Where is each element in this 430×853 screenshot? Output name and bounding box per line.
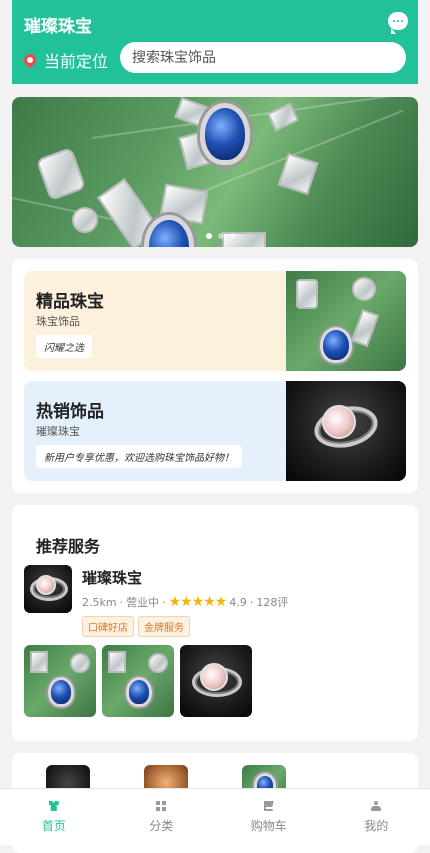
location-label: 当前定位 xyxy=(44,48,108,72)
cart-icon xyxy=(264,801,274,811)
gallery-image[interactable] xyxy=(24,645,96,717)
carousel-dot[interactable] xyxy=(218,233,224,239)
star-rating-icon: ★★★★★ xyxy=(169,594,227,610)
bottom-tab-bar: 首页 分类 购物车 我的 xyxy=(0,788,430,845)
shop-name[interactable]: 璀璨珠宝 xyxy=(82,567,142,588)
category-subtitle: 珠宝饰品 xyxy=(36,313,80,329)
shop-gallery xyxy=(24,645,252,717)
tab-profile[interactable]: 我的 xyxy=(323,789,430,845)
shop-badge: 金牌服务 xyxy=(138,616,190,637)
tab-category[interactable]: 分类 xyxy=(108,789,216,845)
shop-reviews: 128评 xyxy=(256,594,288,610)
app-title: 璀璨珠宝 xyxy=(24,12,92,37)
banner-carousel[interactable] xyxy=(12,97,418,247)
search-input[interactable] xyxy=(120,42,406,73)
home-icon xyxy=(49,801,59,811)
tab-label: 我的 xyxy=(364,817,388,834)
section-title: 推荐服务 xyxy=(36,533,100,557)
location-pin-icon xyxy=(22,52,39,69)
category-title: 热销饰品 xyxy=(36,397,104,422)
chat-icon[interactable] xyxy=(388,12,408,30)
category-card-fine-jewelry[interactable]: 精品珠宝 珠宝饰品 闪耀之选 xyxy=(24,271,406,371)
category-subtitle: 璀璨珠宝 xyxy=(36,423,80,439)
location-selector[interactable]: 当前定位 xyxy=(24,48,108,72)
category-image xyxy=(286,381,406,481)
grid-icon xyxy=(156,801,166,811)
shop-badge: 口碑好店 xyxy=(82,616,134,637)
shop-meta: 2.5km · 营业中 · ★★★★★ 4.9 · 128评 xyxy=(82,594,288,610)
user-icon xyxy=(371,801,381,811)
tab-cart[interactable]: 购物车 xyxy=(215,789,323,845)
category-card-hot-items[interactable]: 热销饰品 璀璨珠宝 新用户专享优惠，欢迎选购珠宝饰品好物！ xyxy=(24,381,406,481)
recommend-section: 推荐服务 璀璨珠宝 2.5km · 营业中 · ★★★★★ 4.9 · 128评… xyxy=(12,505,418,741)
shop-distance: 2.5km xyxy=(82,596,117,609)
shop-badges: 口碑好店 金牌服务 xyxy=(82,616,190,637)
category-tag: 新用户专享优惠，欢迎选购珠宝饰品好物！ xyxy=(36,445,242,468)
tab-home[interactable]: 首页 xyxy=(0,789,108,845)
category-image xyxy=(286,271,406,371)
shop-rating: 4.9 xyxy=(229,596,247,609)
carousel-dot[interactable] xyxy=(230,233,236,239)
header-bar: 璀璨珠宝 当前定位 xyxy=(12,0,418,84)
tab-label: 购物车 xyxy=(251,817,287,834)
shop-status: 营业中 xyxy=(126,594,159,610)
gallery-image[interactable] xyxy=(180,645,252,717)
category-tag: 闪耀之选 xyxy=(36,335,92,358)
category-section: 精品珠宝 珠宝饰品 闪耀之选 热销饰品 璀璨珠宝 新用户专享优惠，欢迎选购珠宝饰… xyxy=(12,259,418,493)
tab-label: 分类 xyxy=(149,817,173,834)
tab-label: 首页 xyxy=(42,817,66,834)
carousel-dots xyxy=(206,233,236,239)
sapphire-image xyxy=(200,103,250,165)
carousel-dot[interactable] xyxy=(206,233,212,239)
category-title: 精品珠宝 xyxy=(36,287,104,312)
shop-thumbnail[interactable] xyxy=(24,565,72,613)
gallery-image[interactable] xyxy=(102,645,174,717)
